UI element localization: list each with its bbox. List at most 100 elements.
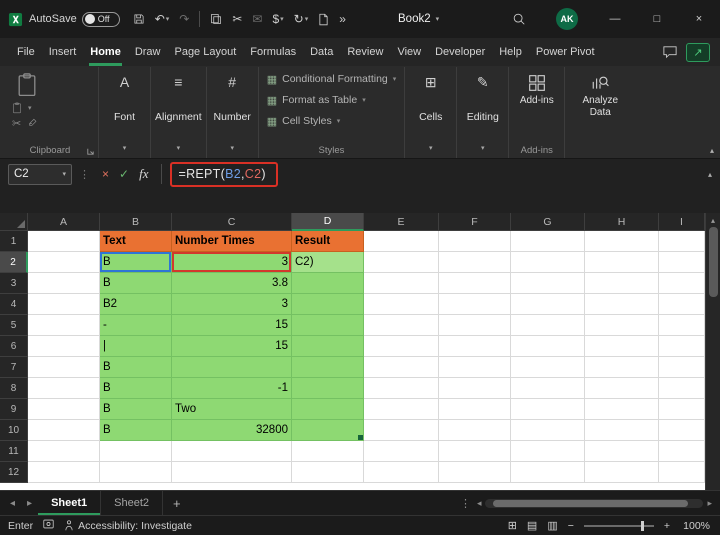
cell-I7[interactable] [659, 357, 705, 378]
cell-A7[interactable] [28, 357, 100, 378]
column-header-H[interactable]: H [585, 213, 659, 231]
ribbon-tab-developer[interactable]: Developer [428, 38, 492, 66]
horizontal-scroll-track[interactable] [485, 499, 703, 508]
vertical-scroll-thumb[interactable] [709, 227, 718, 297]
cell-A2[interactable] [28, 252, 100, 273]
row-header-7[interactable]: 7 [0, 357, 28, 378]
ribbon-tab-power-pivot[interactable]: Power Pivot [529, 38, 602, 66]
dialog-launcher-icon[interactable] [86, 147, 95, 156]
cell-I10[interactable] [659, 420, 705, 441]
cell-G5[interactable] [511, 315, 585, 336]
cell-A9[interactable] [28, 399, 100, 420]
cell-A5[interactable] [28, 315, 100, 336]
save-icon[interactable] [128, 7, 150, 31]
cell-H9[interactable] [585, 399, 659, 420]
maximize-button[interactable]: □ [636, 0, 678, 38]
ribbon-group-alignment[interactable]: ≡Alignment▾ [151, 67, 207, 158]
cell-C6[interactable]: 15 [172, 336, 292, 357]
ribbon-group-editing[interactable]: ✎Editing▾ [457, 67, 509, 158]
cell-F9[interactable] [439, 399, 511, 420]
cell-H10[interactable] [585, 420, 659, 441]
cell-G9[interactable] [511, 399, 585, 420]
cell-E3[interactable] [364, 273, 439, 294]
cell-D8[interactable] [292, 378, 364, 399]
ribbon-tab-draw[interactable]: Draw [128, 38, 168, 66]
cell-I2[interactable] [659, 252, 705, 273]
cell-D3[interactable] [292, 273, 364, 294]
cell-I1[interactable] [659, 231, 705, 252]
collapse-ribbon-icon[interactable]: ▴ [710, 146, 714, 155]
mail-icon[interactable]: ✉ [247, 7, 267, 31]
cell-D7[interactable] [292, 357, 364, 378]
cell-H2[interactable] [585, 252, 659, 273]
paste-button[interactable] [12, 70, 42, 100]
cell-C9[interactable]: Two [172, 399, 292, 420]
column-header-I[interactable]: I [659, 213, 705, 231]
select-all-button[interactable] [0, 213, 28, 231]
formula-input[interactable]: =REPT(B2,C2) [178, 167, 265, 181]
column-header-C[interactable]: C [172, 213, 292, 231]
minimize-button[interactable]: — [594, 0, 636, 38]
cell-A11[interactable] [28, 441, 100, 462]
fill-handle[interactable] [358, 435, 363, 440]
cell-F10[interactable] [439, 420, 511, 441]
autosave-control[interactable]: AutoSave Off [29, 12, 120, 27]
cell-B5[interactable]: - [100, 315, 172, 336]
sheet-nav-right-icon[interactable]: ▸ [21, 491, 38, 515]
cell-H6[interactable] [585, 336, 659, 357]
page-break-view-icon[interactable]: ▥ [547, 519, 557, 532]
refresh-icon[interactable]: ↻▾ [289, 7, 314, 31]
zoom-out-button[interactable]: − [568, 520, 574, 532]
cell-I3[interactable] [659, 273, 705, 294]
cell-G8[interactable] [511, 378, 585, 399]
cell-C4[interactable]: 3 [172, 294, 292, 315]
cell-H8[interactable] [585, 378, 659, 399]
avatar[interactable]: AK [556, 8, 578, 30]
scroll-left-icon[interactable]: ◂ [477, 498, 482, 509]
excel-app-icon[interactable] [8, 12, 23, 27]
cell-C3[interactable]: 3.8 [172, 273, 292, 294]
cell-F6[interactable] [439, 336, 511, 357]
cell-D4[interactable] [292, 294, 364, 315]
cell-E9[interactable] [364, 399, 439, 420]
copy-icon[interactable] [205, 7, 227, 31]
column-header-F[interactable]: F [439, 213, 511, 231]
cell-E6[interactable] [364, 336, 439, 357]
cell-D12[interactable] [292, 462, 364, 483]
page-layout-view-icon[interactable]: ▤ [527, 519, 537, 532]
normal-view-icon[interactable]: ⊞ [508, 519, 517, 532]
macro-record-icon[interactable] [43, 519, 54, 532]
cell-G10[interactable] [511, 420, 585, 441]
new-document-icon[interactable] [313, 7, 334, 31]
redo-icon[interactable]: ↷ [174, 7, 194, 31]
cell-A10[interactable] [28, 420, 100, 441]
cell-C2[interactable]: 3 [172, 252, 292, 273]
ribbon-tab-insert[interactable]: Insert [42, 38, 84, 66]
horizontal-scrollbar[interactable]: ◂ ▸ [477, 491, 720, 515]
cell-D10[interactable] [292, 420, 364, 441]
cell-D2[interactable]: C2) [292, 252, 364, 273]
row-header-8[interactable]: 8 [0, 378, 28, 399]
share-button[interactable]: ↗ [686, 43, 710, 62]
zoom-in-button[interactable]: + [664, 520, 670, 532]
cell-C10[interactable]: 32800 [172, 420, 292, 441]
cell-F4[interactable] [439, 294, 511, 315]
row-header-6[interactable]: 6 [0, 336, 28, 357]
cell-H12[interactable] [585, 462, 659, 483]
ribbon-tab-home[interactable]: Home [83, 38, 128, 66]
scroll-right-icon[interactable]: ▸ [707, 498, 712, 509]
ribbon-tab-page-layout[interactable]: Page Layout [167, 38, 243, 66]
cut-icon[interactable]: ✂ [227, 7, 247, 31]
cell-E10[interactable] [364, 420, 439, 441]
cell-G11[interactable] [511, 441, 585, 462]
cell-F5[interactable] [439, 315, 511, 336]
addins-button[interactable]: Add-ins [518, 70, 556, 111]
vertical-scrollbar[interactable]: ▴ [705, 213, 720, 490]
column-header-D[interactable]: D [292, 213, 364, 231]
column-header-B[interactable]: B [100, 213, 172, 231]
workbook-title[interactable]: Book2 ▾ [398, 0, 439, 38]
cell-A3[interactable] [28, 273, 100, 294]
cell-F11[interactable] [439, 441, 511, 462]
cell-B3[interactable]: B [100, 273, 172, 294]
cell-G1[interactable] [511, 231, 585, 252]
